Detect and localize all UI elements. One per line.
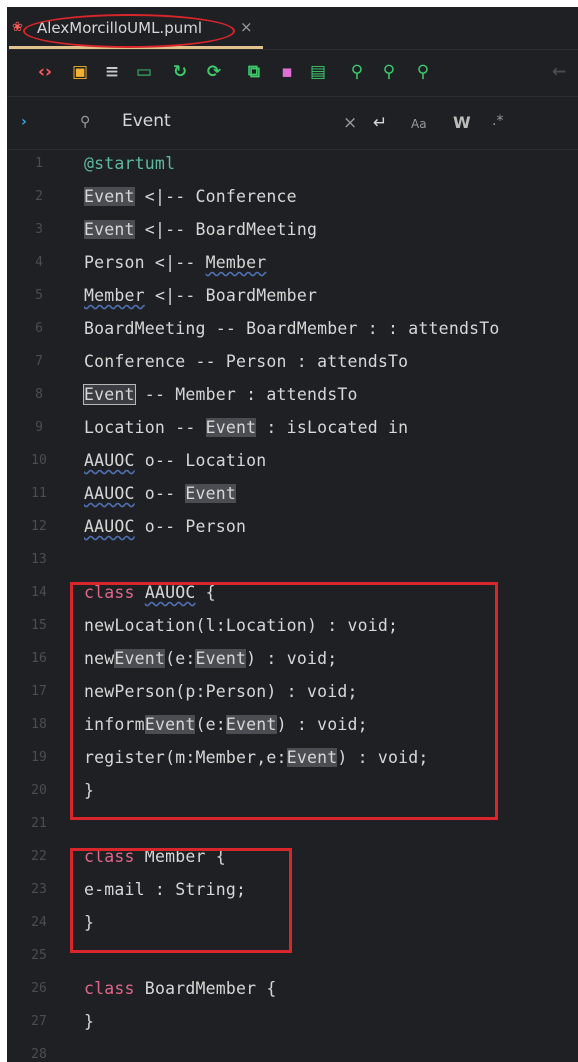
- line-number: 13: [31, 552, 47, 567]
- code-text: AAUOC o-- Person: [84, 517, 247, 536]
- line-number: 25: [31, 948, 47, 963]
- line-number: 8: [35, 387, 43, 402]
- export-icon[interactable]: ▤: [308, 62, 328, 82]
- code-text: Event <|-- Conference: [84, 187, 297, 206]
- code-line[interactable]: 26 class BoardMember {: [7, 975, 578, 1008]
- line-number: 6: [35, 321, 43, 336]
- red-circle-annotation: [23, 14, 235, 48]
- code-text: Location -- Event : isLocated in: [84, 418, 409, 437]
- tab-bar: ❀ AlexMorcilloUML.puml ×: [7, 7, 578, 50]
- line-number: 22: [31, 849, 47, 864]
- regex-button[interactable]: .*: [492, 113, 503, 129]
- line-number: 26: [31, 981, 47, 996]
- line-number: 16: [31, 651, 47, 666]
- code-line[interactable]: 7 Conference -- Person : attendsTo: [7, 348, 578, 381]
- red-box-class-member: [70, 848, 292, 953]
- clear-search-icon[interactable]: ×: [343, 113, 357, 133]
- line-number: 23: [31, 882, 47, 897]
- editor-window: ❀ AlexMorcilloUML.puml × ‹› ▣ ≡ ▭ ↻ ⟳ ⧉ ▪ ▤ ⚲ ⚲ ⚲ ← …: [7, 7, 578, 1062]
- copy-icon[interactable]: ⧉: [244, 62, 264, 82]
- expand-replace-icon[interactable]: ›: [21, 114, 27, 130]
- code-line[interactable]: 12 AAUOC o-- Person: [7, 513, 578, 546]
- panel-icon[interactable]: ▭: [134, 62, 154, 82]
- line-number: 20: [31, 783, 47, 798]
- line-number: 19: [31, 750, 47, 765]
- code-line[interactable]: 13: [7, 546, 578, 579]
- line-number: 5: [35, 288, 43, 303]
- line-number: 28: [31, 1047, 47, 1062]
- code-line[interactable]: 3 Event <|-- BoardMeeting: [7, 216, 578, 249]
- search-icon: ⚲: [80, 114, 91, 130]
- code-text: Conference -- Person : attendsTo: [84, 352, 409, 371]
- search-input[interactable]: Event: [122, 111, 171, 131]
- line-number: 24: [31, 915, 47, 930]
- code-line[interactable]: 5 Member <|-- BoardMember: [7, 282, 578, 315]
- zoom-out-icon[interactable]: ⚲: [379, 62, 399, 82]
- code-text: Person <|-- Member: [84, 253, 267, 272]
- line-number: 15: [31, 618, 47, 633]
- line-number: 18: [31, 717, 47, 732]
- line-number: 27: [31, 1014, 47, 1029]
- preview-icon[interactable]: ▣: [70, 62, 90, 82]
- whole-words-button[interactable]: W: [453, 113, 471, 132]
- match-case-button[interactable]: Aa: [411, 117, 427, 131]
- red-box-class-aauoc: [70, 582, 498, 820]
- code-icon[interactable]: ‹›: [35, 62, 55, 82]
- code-text: Event <|-- BoardMeeting: [84, 220, 318, 239]
- zoom-in-icon[interactable]: ⚲: [347, 62, 367, 82]
- code-text: AAUOC o-- Location: [84, 451, 267, 470]
- tab-close-icon[interactable]: ×: [240, 18, 253, 36]
- line-number: 21: [31, 816, 47, 831]
- save-icon[interactable]: ▪: [277, 62, 297, 82]
- find-bar: › ⚲ Event × ↵ Aa W .*: [7, 97, 578, 150]
- sync-icon[interactable]: ⟳: [204, 62, 224, 82]
- code-line[interactable]: 27}: [7, 1008, 578, 1041]
- code-line[interactable]: 2 Event <|-- Conference: [7, 183, 578, 216]
- code-text: @startuml: [84, 154, 176, 173]
- code-line[interactable]: 1 @startuml: [7, 150, 578, 183]
- line-number: 3: [35, 222, 43, 237]
- back-icon[interactable]: ←: [549, 62, 569, 82]
- code-text: AAUOC o-- Event: [84, 484, 237, 503]
- refresh-icon[interactable]: ↻: [170, 62, 190, 82]
- code-line[interactable]: 8 Event -- Member : attendsTo: [7, 381, 578, 414]
- line-number: 7: [35, 354, 43, 369]
- line-number: 12: [31, 519, 47, 534]
- code-text: }: [84, 1012, 95, 1031]
- line-number: 10: [31, 453, 47, 468]
- line-number: 2: [35, 189, 43, 204]
- code-line[interactable]: 28: [7, 1041, 578, 1062]
- zoom-fit-icon[interactable]: ⚲: [413, 62, 433, 82]
- line-number: 17: [31, 684, 47, 699]
- plantuml-toolbar: ‹› ▣ ≡ ▭ ↻ ⟳ ⧉ ▪ ▤ ⚲ ⚲ ⚲ ←: [7, 50, 578, 97]
- new-line-icon[interactable]: ↵: [373, 113, 387, 133]
- line-number: 4: [35, 255, 43, 270]
- code-line[interactable]: 9 Location -- Event : isLocated in: [7, 414, 578, 447]
- code-text: Member <|-- BoardMember: [84, 286, 318, 305]
- code-line[interactable]: 4 Person <|-- Member: [7, 249, 578, 282]
- code-text: BoardMeeting -- BoardMember : : attendsT…: [84, 319, 500, 338]
- line-number: 1: [35, 156, 43, 171]
- line-number: 9: [35, 420, 43, 435]
- list-icon[interactable]: ≡: [102, 62, 122, 82]
- code-text: Event -- Member : attendsTo: [83, 384, 358, 405]
- line-number: 11: [31, 486, 47, 501]
- code-text: class BoardMember {: [84, 979, 277, 998]
- code-line[interactable]: 10 AAUOC o-- Location: [7, 447, 578, 480]
- line-number: 14: [31, 585, 47, 600]
- code-line[interactable]: 6 BoardMeeting -- BoardMember : : attends…: [7, 315, 578, 348]
- code-line[interactable]: 11 AAUOC o-- Event: [7, 480, 578, 513]
